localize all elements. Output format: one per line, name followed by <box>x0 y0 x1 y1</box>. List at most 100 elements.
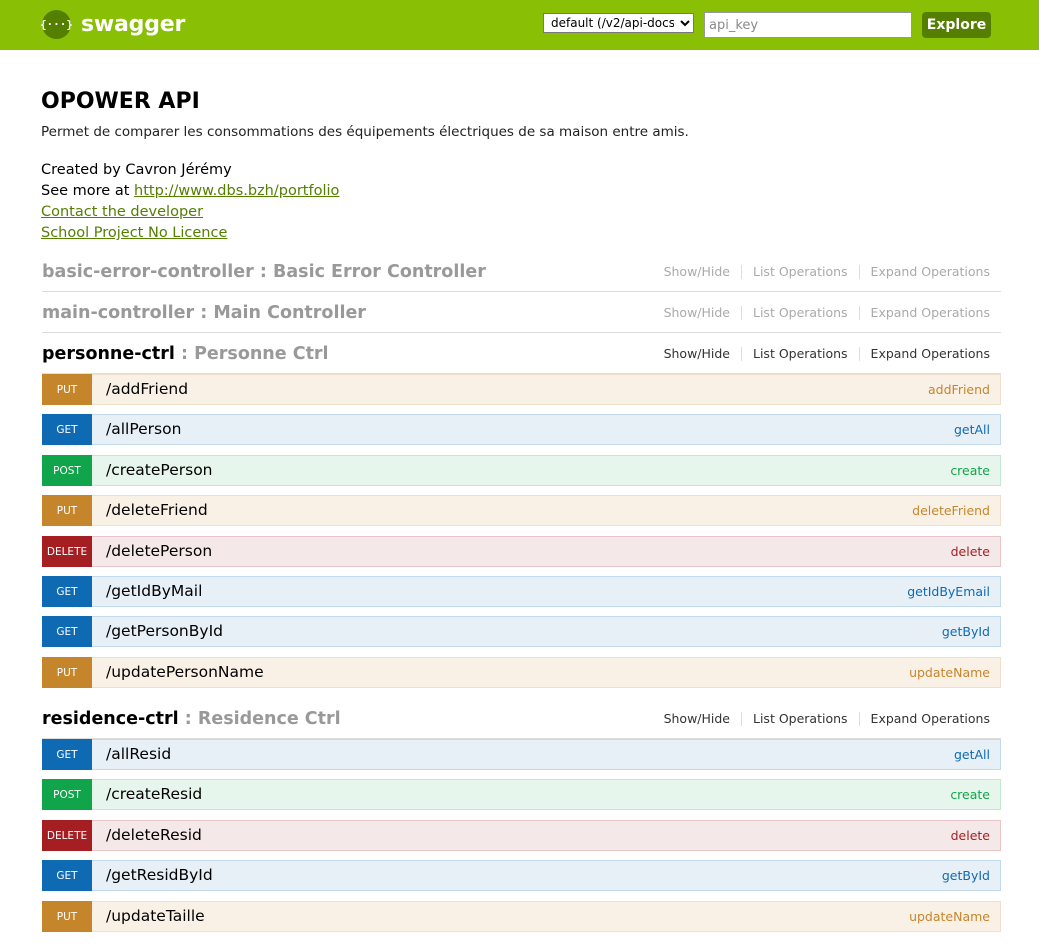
http-method-badge[interactable]: POST <box>42 779 92 810</box>
http-method-badge[interactable]: GET <box>42 576 92 607</box>
resource-name[interactable]: residence-ctrl <box>42 709 179 729</box>
operation-nickname[interactable]: addFriend <box>928 375 990 404</box>
operation-row-put[interactable]: PUT/updateTaille updateName <box>42 901 1001 932</box>
operation-path[interactable]: /deletePerson <box>106 537 212 566</box>
show-hide-link[interactable]: Show/Hide <box>653 265 741 279</box>
see-more-prefix: See more at <box>41 183 135 199</box>
operation-row-put[interactable]: PUT/updatePersonName updateName <box>42 657 1001 688</box>
operation-nickname[interactable]: getById <box>942 861 990 890</box>
operation-path[interactable]: /addFriend <box>106 375 188 404</box>
operation-nickname[interactable]: getIdByEmail <box>907 577 990 606</box>
operation-path[interactable]: /getPersonById <box>106 617 223 646</box>
resource-options: Show/Hide List Operations Expand Operation… <box>653 699 1001 739</box>
resource-options: Show/Hide List Operations Expand Operation… <box>653 293 1001 333</box>
api-title: OPOWER API <box>41 89 200 114</box>
api-key-input[interactable] <box>704 12 912 38</box>
resource-name[interactable]: main-controller <box>42 303 194 323</box>
resource-heading-basic-error-controller: basic-error-controller : Basic Error Con… <box>42 252 1001 292</box>
operation-path[interactable]: /createResid <box>106 780 202 809</box>
http-method-badge[interactable]: GET <box>42 860 92 891</box>
operation-nickname[interactable]: delete <box>951 537 990 566</box>
operation-path[interactable]: /getIdByMail <box>106 577 202 606</box>
api-meta: Created by Cavron Jérémy See more at htt… <box>41 160 1001 244</box>
list-operations-link[interactable]: List Operations <box>741 347 859 361</box>
expand-operations-link[interactable]: Expand Operations <box>858 712 1001 726</box>
operation-nickname[interactable]: create <box>950 456 990 485</box>
operation-row-put[interactable]: PUT/deleteFriend deleteFriend <box>42 495 1001 526</box>
operation-nickname[interactable]: updateName <box>909 902 990 931</box>
http-method-badge[interactable]: PUT <box>42 495 92 526</box>
resource-title[interactable]: residence-ctrl : Residence Ctrl <box>42 699 341 739</box>
operation-row-put[interactable]: PUT/addFriend addFriend <box>42 374 1001 405</box>
operation-path[interactable]: /allResid <box>106 740 171 769</box>
license-link[interactable]: School Project No Licence <box>41 225 227 241</box>
operation-path[interactable]: /getResidById <box>106 861 213 890</box>
http-method-badge[interactable]: GET <box>42 739 92 770</box>
expand-operations-link[interactable]: Expand Operations <box>858 306 1001 320</box>
operation-nickname[interactable]: updateName <box>909 658 990 687</box>
resource-description: Main Controller <box>213 303 366 323</box>
resource-name[interactable]: personne-ctrl <box>42 344 175 364</box>
operation-nickname[interactable]: deleteFriend <box>912 496 990 525</box>
created-by: Created by Cavron Jérémy <box>41 162 232 178</box>
resource-heading-personne-ctrl: personne-ctrl : Personne Ctrl Show/Hide Li… <box>42 334 1001 374</box>
show-hide-link[interactable]: Show/Hide <box>653 306 741 320</box>
http-method-badge[interactable]: PUT <box>42 901 92 932</box>
operation-row-get[interactable]: GET/getIdByMail getIdByEmail <box>42 576 1001 607</box>
resource-heading-residence-ctrl: residence-ctrl : Residence Ctrl Show/Hide… <box>42 699 1001 739</box>
swagger-logo-text: swagger <box>81 12 186 37</box>
operation-path[interactable]: /createPerson <box>106 456 213 485</box>
http-method-badge[interactable]: DELETE <box>42 820 92 851</box>
operation-path[interactable]: /updateTaille <box>106 902 205 931</box>
operation-row-post[interactable]: POST/createPerson create <box>42 455 1001 486</box>
http-method-badge[interactable]: GET <box>42 616 92 647</box>
operation-row-get[interactable]: GET/allPerson getAll <box>42 414 1001 445</box>
contact-developer-link[interactable]: Contact the developer <box>41 204 203 220</box>
http-method-badge[interactable]: GET <box>42 414 92 445</box>
operation-row-get[interactable]: GET/getPersonById getById <box>42 616 1001 647</box>
portfolio-link[interactable]: http://www.dbs.bzh/portfolio <box>134 183 339 199</box>
operation-nickname[interactable]: getAll <box>954 415 990 444</box>
resource-title[interactable]: basic-error-controller : Basic Error Con… <box>42 252 486 292</box>
see-more: See more at http://www.dbs.bzh/portfolio <box>41 181 1001 202</box>
http-method-badge[interactable]: PUT <box>42 374 92 405</box>
resource-heading-main-controller: main-controller : Main Controller Show/Hi… <box>42 293 1001 333</box>
resource-separator: : <box>174 344 195 364</box>
operation-nickname[interactable]: delete <box>951 821 990 850</box>
operation-row-get[interactable]: GET/getResidById getById <box>42 860 1001 891</box>
show-hide-link[interactable]: Show/Hide <box>653 347 741 361</box>
operation-nickname[interactable]: create <box>950 780 990 809</box>
expand-operations-link[interactable]: Expand Operations <box>858 265 1001 279</box>
operation-row-get[interactable]: GET/allResid getAll <box>42 739 1001 770</box>
operation-path[interactable]: /updatePersonName <box>106 658 264 687</box>
explore-button[interactable]: Explore <box>922 12 991 38</box>
expand-operations-link[interactable]: Expand Operations <box>858 347 1001 361</box>
swagger-logo[interactable]: {···} swagger <box>40 10 186 39</box>
resource-description: Basic Error Controller <box>273 262 486 282</box>
show-hide-link[interactable]: Show/Hide <box>653 712 741 726</box>
operation-row-delete[interactable]: DELETE/deletePerson delete <box>42 536 1001 567</box>
header-bar: {···} swagger default (/v2/api-docs) Exp… <box>0 0 1039 50</box>
resource-name[interactable]: basic-error-controller <box>42 262 254 282</box>
list-operations-link[interactable]: List Operations <box>741 265 859 279</box>
list-operations-link[interactable]: List Operations <box>741 712 859 726</box>
http-method-badge[interactable]: POST <box>42 455 92 486</box>
operation-nickname[interactable]: getById <box>942 617 990 646</box>
http-method-badge[interactable]: PUT <box>42 657 92 688</box>
resource-title[interactable]: main-controller : Main Controller <box>42 293 366 333</box>
resource-description: Residence Ctrl <box>197 709 341 729</box>
operation-path[interactable]: /deleteFriend <box>106 496 208 525</box>
http-method-badge[interactable]: DELETE <box>42 536 92 567</box>
list-operations-link[interactable]: List Operations <box>741 306 859 320</box>
operation-nickname[interactable]: getAll <box>954 740 990 769</box>
api-spec-select[interactable]: default (/v2/api-docs) <box>543 13 694 33</box>
resource-separator: : <box>253 262 273 282</box>
operation-row-delete[interactable]: DELETE/deleteResid delete <box>42 820 1001 851</box>
operation-row-post[interactable]: POST/createResid create <box>42 779 1001 810</box>
resource-description: Personne Ctrl <box>194 344 329 364</box>
operation-path[interactable]: /allPerson <box>106 415 181 444</box>
resource-title[interactable]: personne-ctrl : Personne Ctrl <box>42 334 329 374</box>
api-description: Permet de comparer les consommations des… <box>41 124 689 140</box>
operation-path[interactable]: /deleteResid <box>106 821 202 850</box>
api-info: OPOWER API Permet de comparer les consom… <box>41 88 1001 244</box>
